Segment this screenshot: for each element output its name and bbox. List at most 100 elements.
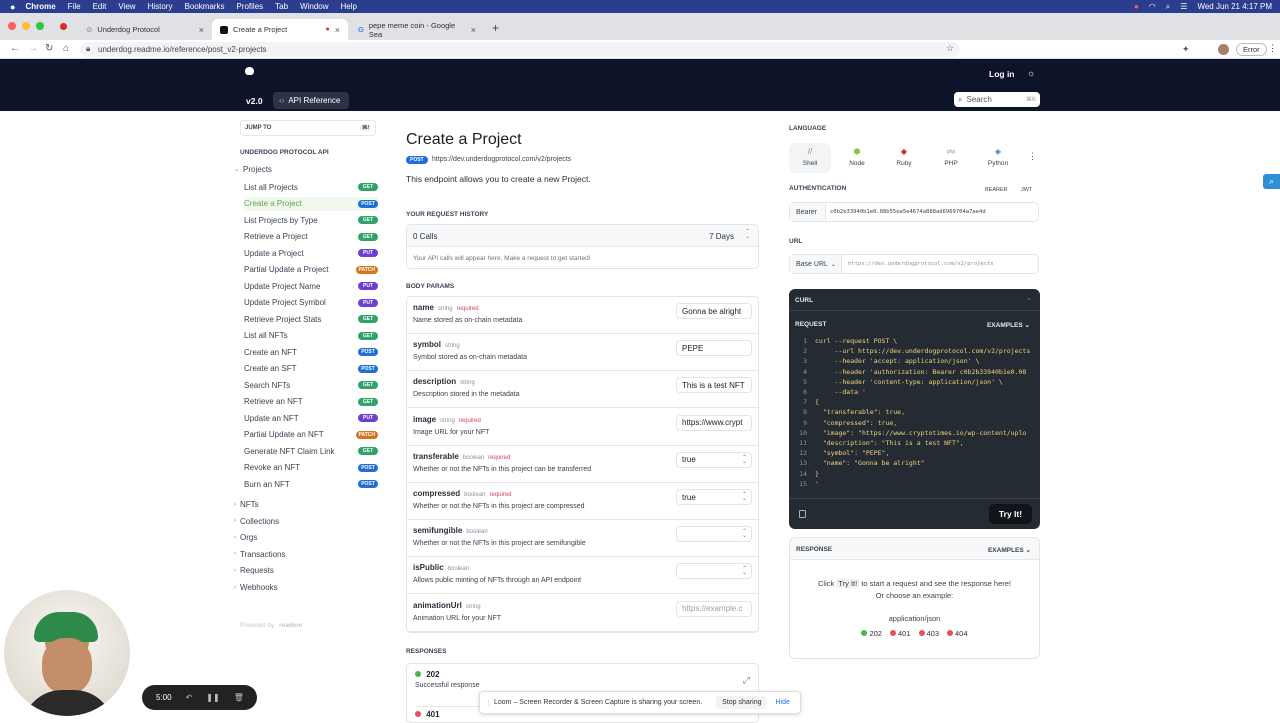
menu-file[interactable]: File bbox=[68, 2, 81, 11]
sidebar-group[interactable]: › Collections bbox=[234, 517, 279, 526]
more-languages-icon[interactable]: ⋮ bbox=[1028, 151, 1037, 162]
error-button[interactable]: Error bbox=[1236, 43, 1267, 56]
sidebar-item[interactable]: Create an SFT POST bbox=[244, 362, 378, 376]
login-link[interactable]: Log in bbox=[989, 69, 1015, 79]
examples-dropdown[interactable]: EXAMPLES ⌄ bbox=[987, 321, 1030, 329]
sidebar-item[interactable]: Create a Project POST bbox=[244, 196, 378, 211]
menu-edit[interactable]: Edit bbox=[93, 2, 107, 11]
param-select[interactable]: true ⌃ ⌄ bbox=[676, 451, 752, 468]
sidebar-item[interactable]: Create an NFT POST bbox=[244, 345, 378, 359]
close-window-icon[interactable] bbox=[8, 22, 16, 30]
sidebar-item[interactable]: Partial Update an NFT PATCH bbox=[244, 428, 378, 442]
days-select[interactable]: 7 Days bbox=[709, 232, 734, 241]
drag-handle-icon[interactable]: ⋮ bbox=[485, 699, 492, 707]
sidebar-group[interactable]: › Requests bbox=[234, 566, 274, 575]
back-icon[interactable]: ← bbox=[10, 43, 20, 54]
menu-bookmarks[interactable]: Bookmarks bbox=[184, 2, 224, 11]
trash-icon[interactable]: 🗑︎ bbox=[234, 693, 244, 702]
close-tab-icon[interactable]: × bbox=[199, 25, 204, 35]
recording-tab-icon[interactable] bbox=[60, 23, 67, 30]
menu-help[interactable]: Help bbox=[341, 2, 357, 11]
sidebar-item[interactable]: Retrieve Project Stats GET bbox=[244, 312, 378, 326]
sidebar-item[interactable]: Partial Update a Project PATCH bbox=[244, 263, 378, 277]
powered-by-readme[interactable]: Powered by readme bbox=[240, 622, 302, 629]
collapse-icon[interactable]: ⌄ bbox=[1026, 294, 1032, 302]
record-icon[interactable]: ● bbox=[1134, 2, 1139, 11]
apple-icon[interactable]: ● bbox=[10, 2, 15, 12]
jump-to-field[interactable]: JUMP TO ⌘/ bbox=[240, 120, 376, 136]
sidebar-group[interactable]: › Webhooks bbox=[234, 583, 278, 592]
sidebar-item[interactable]: Update an NFT PUT bbox=[244, 411, 378, 425]
sidebar-item[interactable]: List Projects by Type GET bbox=[244, 213, 378, 227]
sidebar-group[interactable]: › Orgs bbox=[234, 533, 257, 542]
minimize-window-icon[interactable] bbox=[22, 22, 30, 30]
undo-icon[interactable]: ↶ bbox=[186, 693, 193, 702]
pause-icon[interactable]: ❚❚ bbox=[206, 693, 219, 702]
sidebar-group-projects[interactable]: ⌄ Projects bbox=[234, 165, 272, 174]
menu-tab[interactable]: Tab bbox=[275, 2, 288, 11]
lang-python[interactable]: ◈ Python bbox=[977, 143, 1019, 173]
theme-toggle-icon[interactable]: ☼ bbox=[1027, 68, 1035, 78]
param-select[interactable]: true ⌃ ⌄ bbox=[676, 489, 752, 505]
code-block[interactable]: 1 curl --request POST \ 2 --url https://de… bbox=[789, 337, 1040, 487]
address-bar[interactable]: 🔒︎ underdog.readme.io/reference/post_v2-… bbox=[80, 42, 960, 57]
sidebar-item[interactable]: Burn an NFT POST bbox=[244, 477, 378, 491]
param-input[interactable]: https://example.c bbox=[676, 600, 752, 617]
hide-button[interactable]: Hide bbox=[775, 699, 789, 706]
response-examples-dropdown[interactable]: EXAMPLES ⌄ bbox=[988, 546, 1031, 554]
menu-window[interactable]: Window bbox=[300, 2, 328, 11]
lang-ruby[interactable]: ◆ Ruby bbox=[883, 143, 925, 173]
close-tab-icon[interactable]: × bbox=[471, 25, 476, 35]
sidebar-item[interactable]: Search NFTs GET bbox=[244, 378, 378, 392]
wifi-icon[interactable]: ◠ bbox=[1149, 2, 1156, 11]
expand-icon[interactable]: ⤢ bbox=[743, 675, 750, 686]
sidebar-item[interactable]: Retrieve an NFT GET bbox=[244, 395, 378, 409]
copy-icon[interactable] bbox=[799, 510, 806, 518]
response-example-option[interactable]: 404 bbox=[947, 629, 968, 638]
bearer-token-field[interactable]: Bearer c0b2b33940b1e0.08b55ea5e4674a888a… bbox=[789, 202, 1039, 222]
webcam-bubble[interactable] bbox=[4, 590, 130, 716]
param-input[interactable]: Gonna be alright bbox=[676, 303, 752, 319]
version-label[interactable]: v2.0 bbox=[246, 96, 263, 106]
search-icon[interactable]: ⌕ bbox=[1166, 2, 1170, 12]
underdog-logo[interactable] bbox=[245, 67, 254, 75]
menu-app-name[interactable]: Chrome bbox=[25, 2, 55, 11]
endpoint-url[interactable]: https://dev.underdogprotocol.com/v2/proj… bbox=[432, 156, 571, 163]
lang-php[interactable]: php PHP bbox=[930, 143, 972, 173]
api-reference-tab[interactable]: ‹› API Reference bbox=[273, 92, 349, 109]
response-example-option[interactable]: 401 bbox=[889, 629, 911, 638]
param-input[interactable]: PEPE bbox=[676, 340, 752, 357]
menu-profiles[interactable]: Profiles bbox=[236, 2, 263, 11]
zoom-window-icon[interactable] bbox=[36, 22, 44, 30]
auth-bearer-option[interactable]: BEARER bbox=[985, 187, 1008, 193]
sidebar-item[interactable]: Update Project Name PUT bbox=[244, 279, 378, 293]
sidebar-group[interactable]: › Transactions bbox=[234, 550, 286, 559]
menu-view[interactable]: View bbox=[118, 2, 135, 11]
curl-header[interactable]: CURL ⌄ bbox=[789, 289, 1040, 311]
try-it-button[interactable]: Try It! bbox=[989, 504, 1032, 524]
param-input[interactable]: This is a test NFT bbox=[676, 377, 752, 394]
forward-icon[interactable]: → bbox=[28, 43, 38, 54]
home-icon[interactable]: ⌂ bbox=[63, 43, 69, 54]
sidebar-item[interactable]: Retrieve a Project GET bbox=[244, 230, 378, 244]
menu-history[interactable]: History bbox=[148, 2, 173, 11]
sidebar-item[interactable]: List all Projects GET bbox=[244, 180, 378, 194]
floating-search-icon[interactable]: ⌕ bbox=[1263, 174, 1280, 189]
response-example-option[interactable]: 202 bbox=[861, 629, 882, 638]
sidebar-item[interactable]: Generate NFT Claim Link GET bbox=[244, 444, 378, 458]
clock[interactable]: Wed Jun 21 4:17 PM bbox=[1197, 2, 1272, 11]
param-select[interactable]: ⌃ ⌄ bbox=[676, 563, 752, 580]
sidebar-item[interactable]: Update Project Symbol PUT bbox=[244, 296, 378, 310]
inline-try-it[interactable]: Try It! bbox=[836, 579, 860, 588]
more-icon[interactable]: ⋮ bbox=[1268, 43, 1277, 54]
control-center-icon[interactable]: ☰ bbox=[1180, 2, 1187, 11]
base-url-field[interactable]: Base URL ⌄ https://dev.underdogprotocol.… bbox=[789, 254, 1039, 274]
reload-icon[interactable]: ↻ bbox=[45, 43, 53, 54]
lang-shell[interactable]: // Shell bbox=[789, 143, 831, 173]
tab-underdog-protocol[interactable]: ⊘ Underdog Protocol × bbox=[78, 19, 212, 40]
param-input[interactable]: https://www.crypt bbox=[676, 414, 752, 431]
sidebar-item[interactable]: List all NFTs GET bbox=[244, 329, 378, 343]
extensions-icon[interactable]: ✦ bbox=[1182, 44, 1190, 55]
sidebar-item[interactable]: Revoke an NFT POST bbox=[244, 461, 378, 475]
auth-jwt-option[interactable]: JWT bbox=[1021, 187, 1032, 193]
